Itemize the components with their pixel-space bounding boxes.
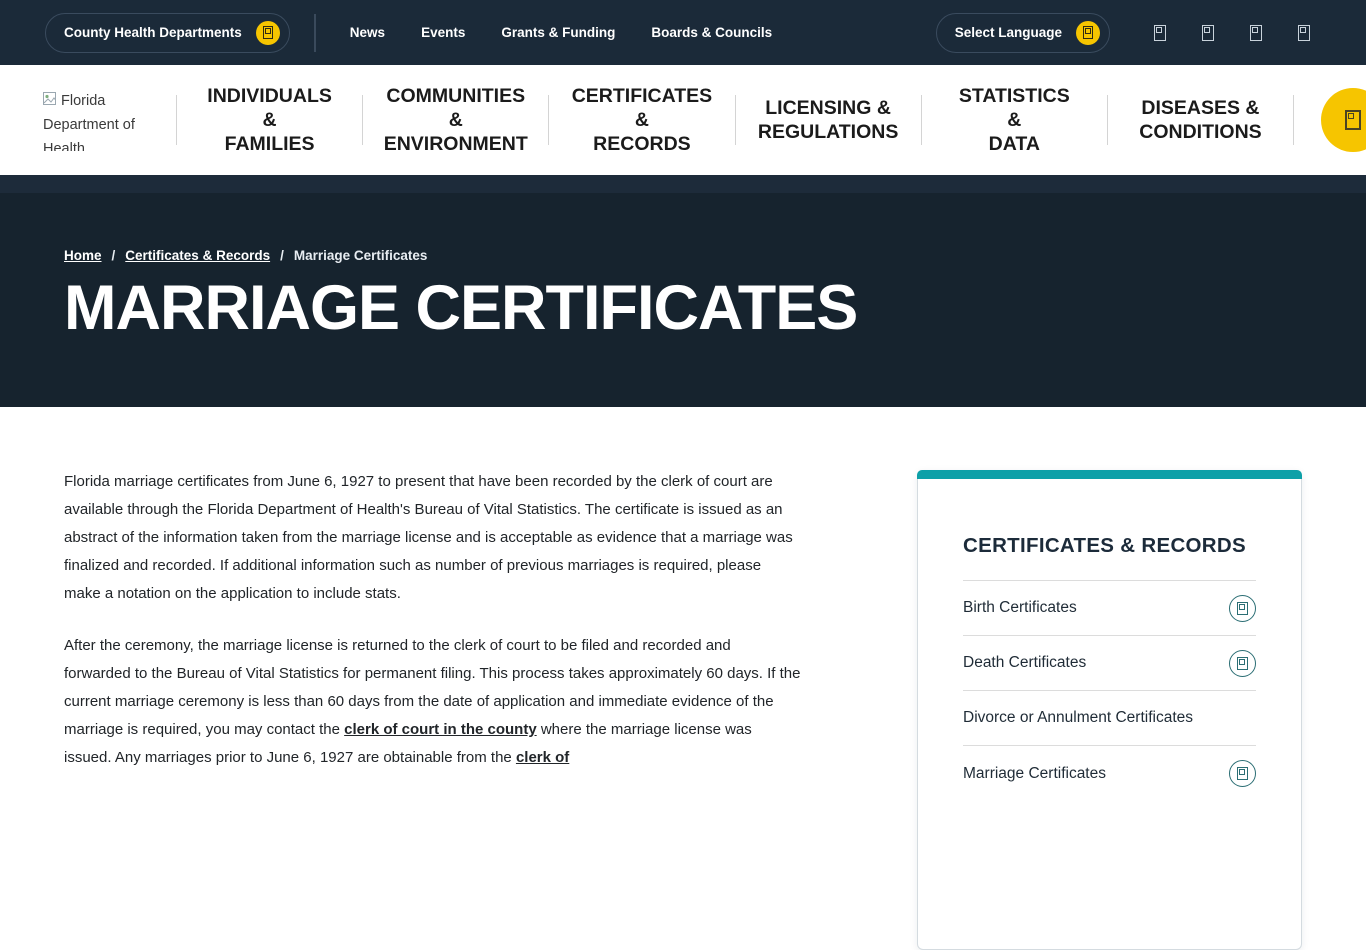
search-icon	[1345, 110, 1361, 130]
main-navigation: Florida Department of Health INDIVIDUALS…	[0, 65, 1366, 175]
nav-communities-environment[interactable]: COMMUNITIES & ENVIRONMENT	[363, 84, 548, 156]
expand-icon[interactable]	[1229, 650, 1256, 677]
breadcrumb-home-link[interactable]: Home	[64, 248, 102, 263]
select-language-label: Select Language	[955, 25, 1062, 40]
sidebar-accent-bar	[917, 470, 1302, 479]
sidebar-item-label: Death Certificates	[963, 654, 1086, 672]
sidebar-item-label: Birth Certificates	[963, 599, 1077, 617]
social-icon-2[interactable]	[1202, 25, 1214, 41]
breadcrumb: Home / Certificates & Records / Marriage…	[64, 248, 1366, 263]
social-media-links	[1154, 25, 1310, 41]
globe-icon	[1076, 21, 1100, 45]
county-health-departments-label: County Health Departments	[64, 25, 242, 40]
sidebar-heading: CERTIFICATES & RECORDS	[963, 534, 1256, 558]
page-title: MARRIAGE CERTIFICATES	[64, 277, 1366, 340]
location-icon	[256, 21, 280, 45]
nav-divider	[1293, 95, 1294, 145]
expand-icon[interactable]	[1229, 595, 1256, 622]
article-body: Florida marriage certificates from June …	[64, 468, 801, 796]
paragraph-1: Florida marriage certificates from June …	[64, 468, 801, 608]
sidebar-item-birth-certificates[interactable]: Birth Certificates	[963, 581, 1256, 636]
social-icon-3[interactable]	[1250, 25, 1262, 41]
sidebar-item-divorce-annulment-certificates[interactable]: Divorce or Annulment Certificates	[963, 691, 1256, 746]
clerk-of-court-county-link[interactable]: clerk of court in the county	[344, 721, 537, 738]
utility-links: News Events Grants & Funding Boards & Co…	[350, 25, 772, 40]
certificates-records-sidebar: CERTIFICATES & RECORDS Birth Certificate…	[917, 470, 1302, 950]
sidebar-item-label: Marriage Certificates	[963, 765, 1106, 783]
breadcrumb-separator: /	[280, 248, 284, 263]
topbar-divider	[314, 14, 316, 52]
paragraph-2: After the ceremony, the marriage license…	[64, 632, 801, 772]
nav-licensing-regulations[interactable]: LICENSING & REGULATIONS	[736, 96, 921, 144]
grants-funding-link[interactable]: Grants & Funding	[501, 25, 615, 40]
breadcrumb-current: Marriage Certificates	[294, 248, 428, 263]
boards-councils-link[interactable]: Boards & Councils	[651, 25, 772, 40]
events-link[interactable]: Events	[421, 25, 465, 40]
breadcrumb-separator: /	[112, 248, 116, 263]
breadcrumb-certificates-records-link[interactable]: Certificates & Records	[125, 248, 270, 263]
social-icon-1[interactable]	[1154, 25, 1166, 41]
page-hero: Home / Certificates & Records / Marriage…	[0, 175, 1366, 407]
utility-bar: County Health Departments News Events Gr…	[0, 0, 1366, 65]
social-icon-4[interactable]	[1298, 25, 1310, 41]
sidebar-item-death-certificates[interactable]: Death Certificates	[963, 636, 1256, 691]
page-content: Florida marriage certificates from June …	[0, 407, 1366, 768]
nav-individuals-families[interactable]: INDIVIDUALS & FAMILIES	[177, 84, 362, 156]
logo-broken-image[interactable]: Florida Department of Health	[43, 89, 176, 151]
nav-diseases-conditions[interactable]: DISEASES & CONDITIONS	[1108, 96, 1293, 144]
sidebar-item-label: Divorce or Annulment Certificates	[963, 709, 1193, 727]
nav-certificates-records[interactable]: CERTIFICATES & RECORDS	[549, 84, 734, 156]
search-button[interactable]	[1321, 88, 1366, 152]
select-language-button[interactable]: Select Language	[936, 13, 1110, 53]
sidebar-item-marriage-certificates[interactable]: Marriage Certificates	[963, 746, 1256, 801]
broken-image-icon	[43, 92, 58, 107]
news-link[interactable]: News	[350, 25, 385, 40]
county-health-departments-button[interactable]: County Health Departments	[45, 13, 290, 53]
expand-icon[interactable]	[1229, 760, 1256, 787]
nav-statistics-data[interactable]: STATISTICS & DATA	[922, 84, 1107, 156]
clerk-of-link[interactable]: clerk of	[516, 749, 569, 766]
